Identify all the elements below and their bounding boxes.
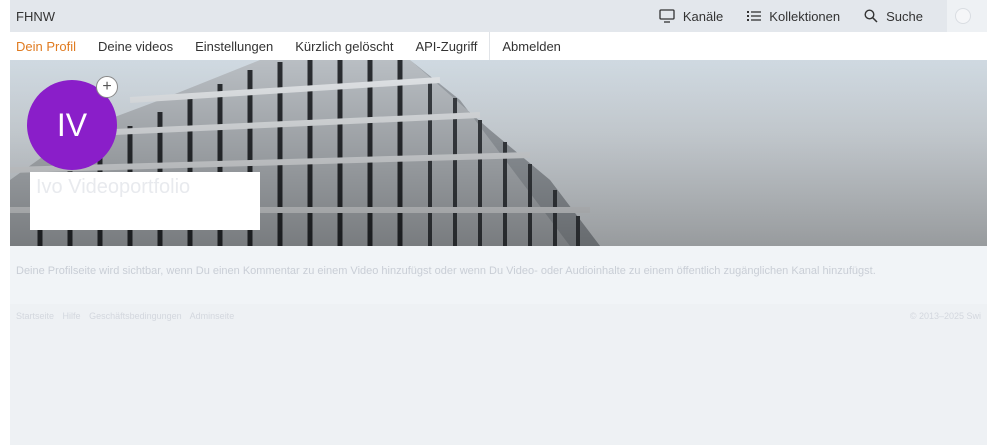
nav-search[interactable]: Suche	[864, 9, 923, 24]
profile-visibility-notice: Deine Profilseite wird sichtbar, wenn Du…	[10, 246, 987, 304]
user-menu-button[interactable]	[947, 0, 987, 32]
plus-icon: +	[102, 78, 112, 95]
footer-links: Startseite Hilfe Geschäftsbedingungen Ad…	[16, 311, 240, 321]
tab-logout[interactable]: Abmelden	[502, 39, 561, 54]
nav-collections[interactable]: Kollektionen	[747, 9, 840, 24]
profile-tabs: Dein Profil Deine videos Einstellungen K…	[10, 32, 987, 60]
empty-area	[10, 328, 987, 445]
top-navigation: Kanäle Kollektionen Suche	[659, 0, 987, 32]
footer: Startseite Hilfe Geschäftsbedingungen Ad…	[10, 304, 987, 328]
search-icon	[864, 9, 878, 23]
avatar-initials: IV	[56, 106, 88, 143]
tab-settings[interactable]: Einstellungen	[195, 39, 273, 54]
nav-channels[interactable]: Kanäle	[659, 9, 723, 24]
footer-link-home[interactable]: Startseite	[16, 311, 54, 321]
tab-recently-deleted[interactable]: Kürzlich gelöscht	[295, 39, 393, 54]
profile-name: Ivo Videoportfolio	[36, 176, 191, 198]
footer-copyright: © 2013–2025 Swi	[909, 311, 981, 321]
user-icon	[955, 8, 971, 24]
brand-logo[interactable]: FHNW	[16, 9, 55, 24]
tab-profile[interactable]: Dein Profil	[16, 39, 76, 54]
window-left-edge	[0, 0, 10, 445]
nav-search-label: Suche	[886, 8, 923, 24]
tab-videos[interactable]: Deine videos	[98, 39, 173, 54]
nav-collections-label: Kollektionen	[769, 8, 841, 24]
list-icon	[747, 11, 762, 21]
footer-link-help[interactable]: Hilfe	[63, 311, 81, 321]
nav-channels-label: Kanäle	[682, 8, 724, 24]
tab-divider	[489, 32, 491, 60]
notice-text: Deine Profilseite wird sichtbar, wenn Du…	[16, 265, 876, 277]
footer-link-admin[interactable]: Adminseite	[190, 311, 235, 321]
profile-banner: IV + Ivo Videoportfolio	[10, 60, 987, 246]
add-avatar-button[interactable]: +	[96, 76, 118, 98]
top-bar: FHNW Kanäle Kollektionen Suche	[10, 0, 987, 32]
monitor-icon	[659, 9, 675, 23]
footer-link-terms[interactable]: Geschäftsbedingungen	[89, 311, 182, 321]
page: FHNW Kanäle Kollektionen Suche Dein Prof…	[10, 0, 987, 445]
tab-api-access[interactable]: API-Zugriff	[415, 39, 477, 54]
profile-name-card: Ivo Videoportfolio	[30, 172, 260, 230]
